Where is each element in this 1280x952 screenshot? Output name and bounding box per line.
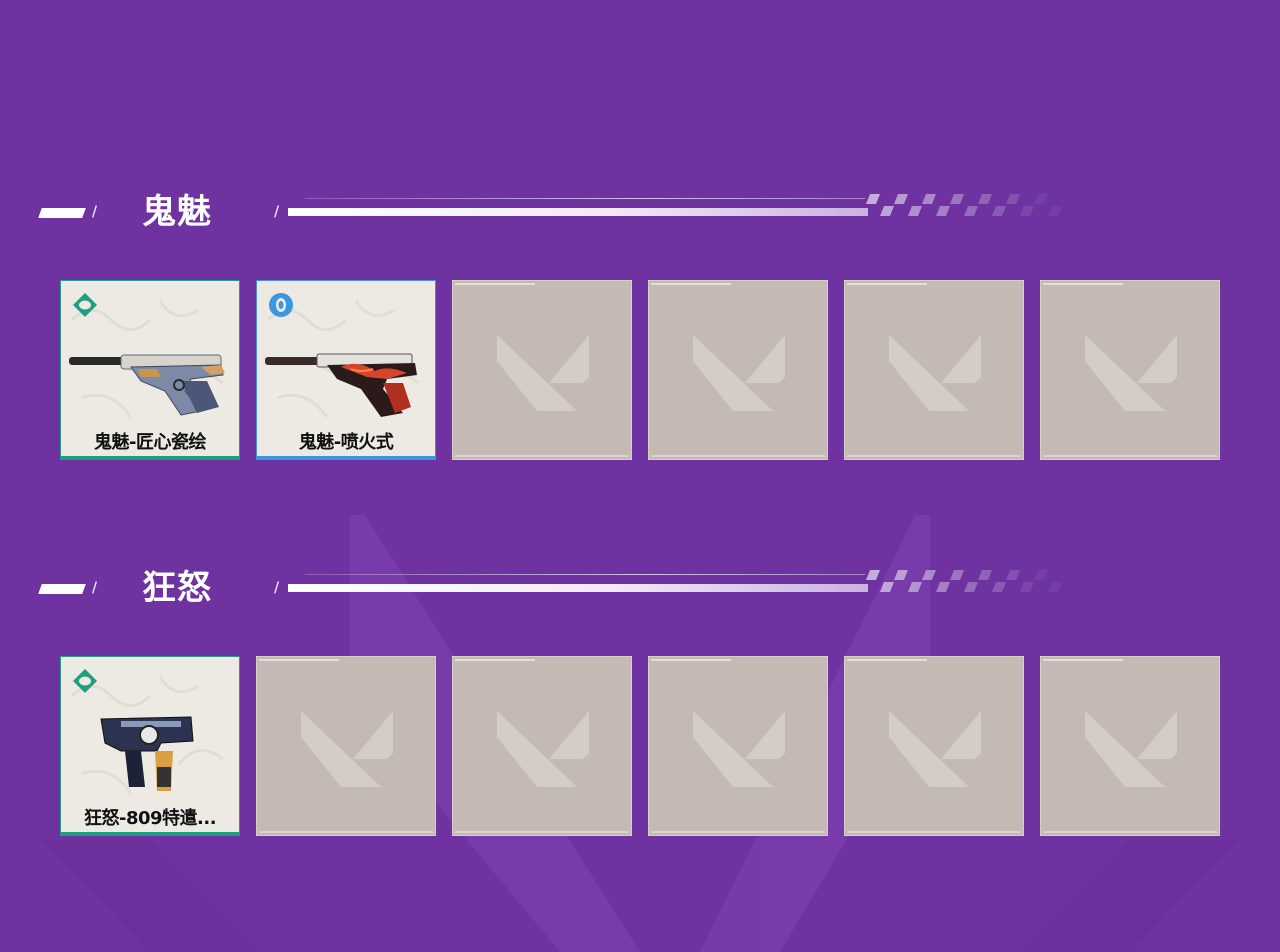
valorant-logo-icon: [1085, 335, 1177, 411]
checker-square: [880, 206, 894, 216]
checker-square: [1048, 206, 1062, 216]
header-progress-line: [288, 208, 868, 216]
header-slash-decoration: /: [274, 204, 280, 220]
checker-square: [908, 582, 922, 592]
empty-skin-slot[interactable]: [1040, 656, 1220, 836]
skin-name-label: 鬼魅-匠心瓷绘: [94, 432, 206, 453]
skin-row-ghost: 鬼魅-匠心瓷绘 鬼魅-喷火式: [60, 280, 1222, 460]
section-header-ghost: / 鬼魅 /: [0, 188, 1280, 238]
empty-skin-slot[interactable]: [452, 280, 632, 460]
checker-square: [978, 570, 992, 580]
header-slash-decoration: /: [274, 580, 280, 596]
checker-square: [1006, 194, 1020, 204]
section-header-frenzy: / 狂怒 /: [0, 564, 1280, 614]
empty-skin-slot[interactable]: [648, 656, 828, 836]
checker-square: [1034, 194, 1048, 204]
empty-skin-slot[interactable]: [844, 280, 1024, 460]
ghost-pistol-weapon-image: [265, 353, 417, 417]
valorant-logo-icon: [889, 335, 981, 411]
checker-square: [936, 582, 950, 592]
header-slash-decoration: /: [92, 580, 98, 596]
valorant-logo-icon: [301, 711, 393, 787]
checker-square: [964, 206, 978, 216]
empty-skin-slot[interactable]: [256, 656, 436, 836]
valorant-logo-icon: [693, 711, 785, 787]
header-dash-decoration: [38, 208, 86, 218]
checkered-flag-pattern: [866, 194, 1062, 216]
select-tier-icon: [73, 293, 97, 317]
checker-square: [880, 582, 894, 592]
checker-square: [1006, 570, 1020, 580]
skin-card[interactable]: 鬼魅-匠心瓷绘: [60, 280, 240, 460]
header-thin-line: [305, 198, 865, 199]
section-title: 狂怒: [142, 568, 212, 608]
checker-square: [950, 570, 964, 580]
empty-skin-slot[interactable]: [648, 280, 828, 460]
valorant-logo-icon: [1085, 711, 1177, 787]
checker-square: [1048, 582, 1062, 592]
checker-square: [908, 206, 922, 216]
skin-name-label: 狂怒-809特遣...: [83, 808, 217, 829]
checker-square: [922, 570, 936, 580]
deluxe-tier-icon: [269, 293, 293, 317]
checker-square: [894, 570, 908, 580]
frenzy-pistol-weapon-image: [100, 716, 194, 791]
checker-square: [964, 582, 978, 592]
skin-row-frenzy: 狂怒-809特遣...: [60, 656, 1222, 836]
checker-square: [992, 582, 1006, 592]
checker-square: [936, 206, 950, 216]
checker-square: [866, 194, 880, 204]
checker-square: [1020, 582, 1034, 592]
checker-square: [978, 194, 992, 204]
skin-name-label: 鬼魅-喷火式: [298, 432, 394, 453]
checker-square: [992, 206, 1006, 216]
checker-square: [950, 194, 964, 204]
header-progress-line: [288, 584, 868, 592]
checker-square: [922, 194, 936, 204]
section-title: 鬼魅: [142, 192, 212, 232]
valorant-logo-icon: [497, 711, 589, 787]
checker-square: [866, 570, 880, 580]
valorant-logo-icon: [693, 335, 785, 411]
header-thin-line: [305, 574, 865, 575]
valorant-logo-icon: [497, 335, 589, 411]
checker-square: [1034, 570, 1048, 580]
checker-square: [894, 194, 908, 204]
ghost-pistol-weapon-image: [69, 354, 225, 416]
valorant-logo-icon: [889, 711, 981, 787]
skin-card[interactable]: 狂怒-809特遣...: [60, 656, 240, 836]
header-dash-decoration: [38, 584, 86, 594]
skin-card[interactable]: 鬼魅-喷火式: [256, 280, 436, 460]
checkered-flag-pattern: [866, 570, 1062, 592]
empty-skin-slot[interactable]: [844, 656, 1024, 836]
empty-skin-slot[interactable]: [452, 656, 632, 836]
checker-square: [1020, 206, 1034, 216]
header-slash-decoration: /: [92, 204, 98, 220]
select-tier-icon: [73, 669, 97, 693]
empty-skin-slot[interactable]: [1040, 280, 1220, 460]
